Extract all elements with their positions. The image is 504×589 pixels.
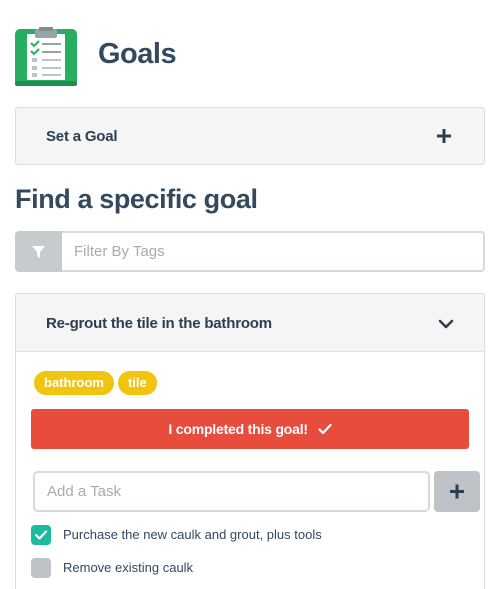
complete-goal-button[interactable]: I completed this goal! (31, 409, 469, 449)
goal-tags: bathroom tile (34, 371, 161, 395)
filter-button[interactable] (15, 231, 62, 272)
goal-card: Re-grout the tile in the bathroom bathro… (15, 293, 485, 589)
plus-icon[interactable] (434, 126, 454, 146)
chevron-down-icon[interactable] (438, 316, 454, 332)
filter-tags-input[interactable] (62, 231, 485, 272)
tag-filter (15, 231, 485, 272)
filter-funnel-icon (32, 246, 45, 258)
add-task-button[interactable] (434, 471, 480, 512)
task-checkbox[interactable] (31, 525, 51, 545)
clipboard-checklist-icon (15, 27, 77, 86)
check-icon (34, 530, 48, 540)
set-goal-label: Set a Goal (46, 128, 118, 145)
plus-icon (450, 484, 464, 499)
tag-badge[interactable]: bathroom (34, 371, 114, 395)
add-task-input[interactable] (33, 471, 430, 512)
find-goal-heading: Find a specific goal (15, 184, 258, 214)
goal-header[interactable]: Re-grout the tile in the bathroom (16, 294, 484, 352)
check-icon (318, 423, 332, 434)
set-goal-panel[interactable]: Set a Goal (15, 107, 485, 165)
page-header: Goals (15, 26, 495, 86)
page-title: Goals (98, 38, 177, 70)
complete-goal-label: I completed this goal! (168, 421, 308, 437)
task-checkbox[interactable] (31, 558, 51, 578)
tag-badge[interactable]: tile (117, 371, 157, 395)
task-label: Remove existing caulk (63, 560, 194, 575)
task-label: Purchase the new caulk and grout, plus t… (63, 527, 322, 542)
goal-title: Re-grout the tile in the bathroom (46, 315, 272, 332)
